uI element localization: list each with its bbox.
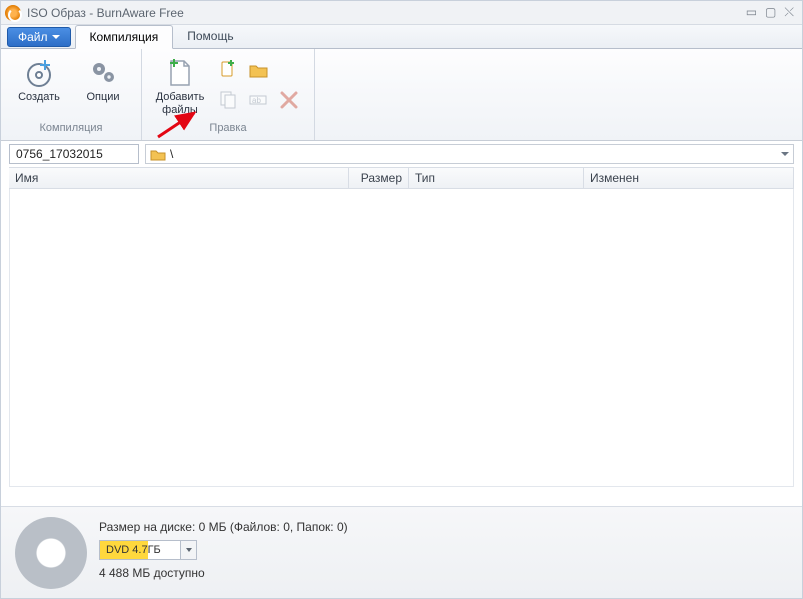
add-files-label-2: файлы xyxy=(162,104,198,117)
column-size[interactable]: Размер xyxy=(349,168,409,188)
add-files-label-1: Добавить xyxy=(156,91,205,104)
disc-icon xyxy=(15,517,87,589)
chevron-down-icon xyxy=(52,35,60,39)
disc-plus-icon xyxy=(23,57,55,89)
minimize-icon[interactable]: ▭ xyxy=(746,5,757,20)
tab-compilation[interactable]: Компиляция xyxy=(75,25,174,49)
tab-compilation-label: Компиляция xyxy=(90,30,159,44)
status-size-line: Размер на диске: 0 МБ (Файлов: 0, Папок:… xyxy=(99,520,348,534)
file-list-area[interactable] xyxy=(9,189,794,487)
file-columns: Имя Размер Тип Изменен xyxy=(9,167,794,189)
media-select-dropdown[interactable] xyxy=(180,541,196,559)
add-file-small-icon[interactable] xyxy=(218,59,240,81)
app-icon xyxy=(5,5,21,21)
ribbon: Создать Опции Компиляция xyxy=(1,49,802,141)
svg-text:ab: ab xyxy=(252,96,261,105)
column-type[interactable]: Тип xyxy=(409,168,584,188)
tab-row: Файл Компиляция Помощь xyxy=(1,25,802,49)
tab-help[interactable]: Помощь xyxy=(173,25,247,48)
project-name-value: 0756_17032015 xyxy=(16,147,103,161)
media-select[interactable]: DVD 4.7ГБ xyxy=(99,540,197,560)
options-button-label: Опции xyxy=(86,91,119,104)
column-name[interactable]: Имя xyxy=(9,168,349,188)
column-modified[interactable]: Изменен xyxy=(584,168,794,188)
close-icon[interactable]: ⤬ xyxy=(784,5,794,20)
project-name-field[interactable]: 0756_17032015 xyxy=(9,144,139,164)
create-button[interactable]: Создать xyxy=(9,53,69,106)
ribbon-group-edit: Добавить файлы ab xyxy=(142,49,315,140)
window-title: ISO Образ - BurnAware Free xyxy=(27,6,184,20)
maximize-icon[interactable]: ▢ xyxy=(765,5,776,20)
path-row: 0756_17032015 \ xyxy=(1,141,802,167)
status-available: 4 488 МБ доступно xyxy=(99,566,348,580)
status-bar: Размер на диске: 0 МБ (Файлов: 0, Папок:… xyxy=(1,506,802,598)
chevron-down-icon[interactable] xyxy=(781,152,789,156)
folder-icon xyxy=(150,146,166,162)
gears-icon xyxy=(87,57,119,89)
path-value: \ xyxy=(170,147,173,161)
ribbon-group-compilation-caption: Компиляция xyxy=(9,122,133,138)
rename-icon[interactable]: ab xyxy=(248,89,270,111)
edit-small-icons: ab xyxy=(214,53,306,117)
add-files-button[interactable]: Добавить файлы xyxy=(150,53,210,118)
blank-spacer xyxy=(278,59,300,81)
window-controls: ▭ ▢ ⤬ xyxy=(746,5,798,20)
media-select-value: DVD 4.7ГБ xyxy=(106,544,161,556)
ribbon-group-compilation: Создать Опции Компиляция xyxy=(1,49,142,140)
options-button[interactable]: Опции xyxy=(73,53,133,106)
ribbon-group-edit-caption: Правка xyxy=(150,122,306,138)
file-plus-icon xyxy=(164,57,196,89)
delete-icon[interactable] xyxy=(278,89,300,111)
create-button-label: Создать xyxy=(18,91,60,104)
file-menu-label: Файл xyxy=(18,30,48,44)
add-folder-small-icon[interactable] xyxy=(248,59,270,81)
path-field[interactable]: \ xyxy=(145,144,794,164)
tab-help-label: Помощь xyxy=(187,29,233,43)
copy-icon[interactable] xyxy=(218,89,240,111)
chevron-down-icon xyxy=(186,548,192,552)
titlebar: ISO Образ - BurnAware Free ▭ ▢ ⤬ xyxy=(1,1,802,25)
file-menu-button[interactable]: Файл xyxy=(7,27,71,47)
